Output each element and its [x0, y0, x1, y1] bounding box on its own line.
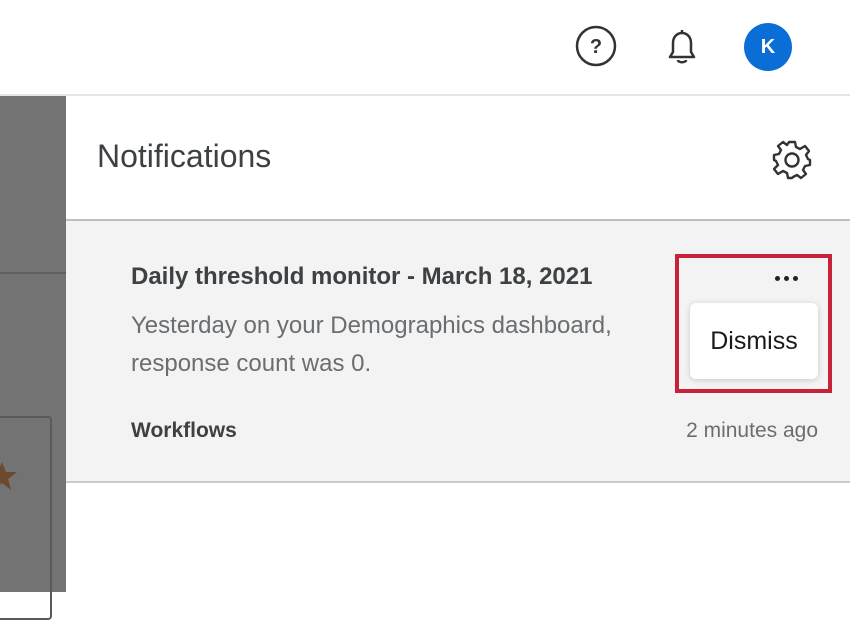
- help-circle-icon: ?: [575, 25, 617, 67]
- panel-header: Notifications: [66, 96, 850, 221]
- star-icon: [0, 462, 17, 490]
- dismiss-menu-item[interactable]: Dismiss: [690, 303, 818, 379]
- top-bar: ? K: [0, 0, 850, 96]
- more-dot: [783, 276, 789, 281]
- gear-icon: [772, 140, 812, 180]
- notifications-button[interactable]: [661, 26, 703, 68]
- notification-source: Workflows: [131, 419, 237, 442]
- notification-body: Yesterday on your Demographics dashboard…: [131, 312, 612, 377]
- user-avatar[interactable]: K: [744, 23, 792, 71]
- notifications-panel: Notifications Daily threshold monitor - …: [66, 96, 850, 592]
- notification-title: Daily threshold monitor - March 18, 2021: [131, 263, 593, 290]
- panel-title: Notifications: [97, 138, 272, 174]
- more-options-button[interactable]: [766, 267, 806, 291]
- notification-timestamp: 2 minutes ago: [686, 419, 818, 442]
- notification-item[interactable]: Daily threshold monitor - March 18, 2021…: [66, 221, 850, 483]
- svg-text:?: ?: [590, 36, 602, 58]
- bell-icon: [668, 30, 696, 64]
- help-button[interactable]: ?: [575, 25, 617, 67]
- page-backdrop-overlay: [0, 96, 66, 620]
- backdrop-card: [0, 416, 52, 620]
- more-dot: [792, 276, 798, 281]
- options-menu: Dismiss: [690, 303, 818, 379]
- backdrop-divider: [0, 272, 66, 274]
- more-horizontal-icon: [774, 276, 780, 281]
- settings-button[interactable]: [770, 138, 814, 182]
